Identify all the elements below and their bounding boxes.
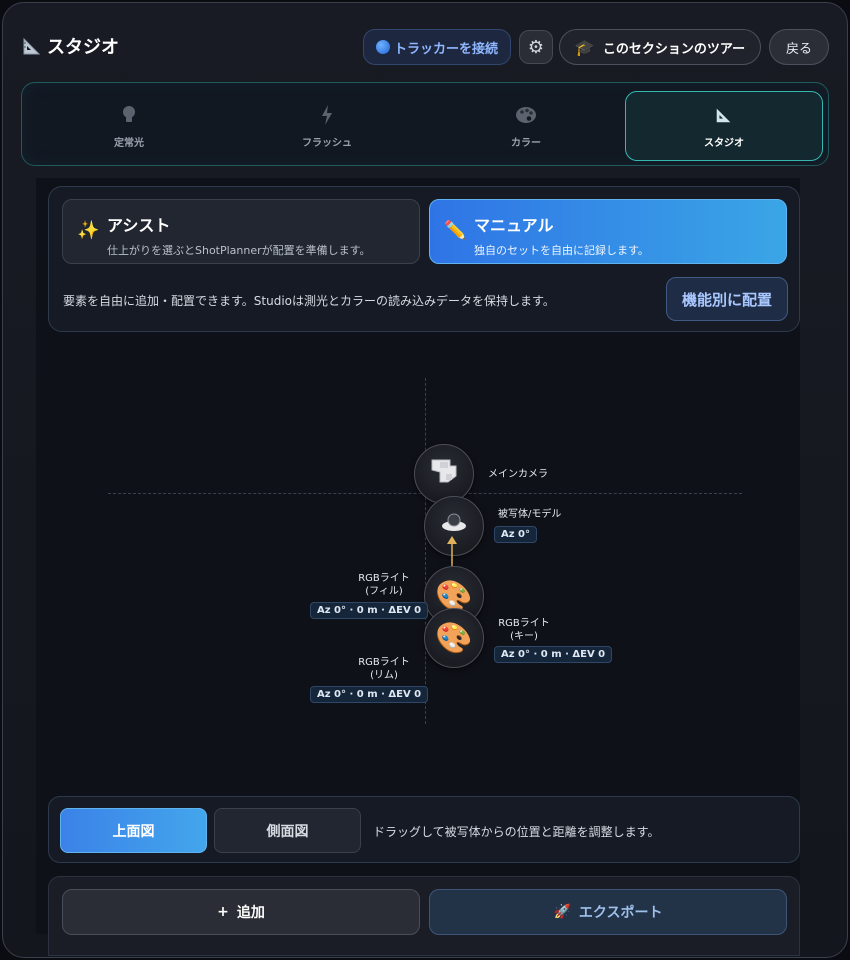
tab-flash-label: フラッシュ bbox=[302, 137, 352, 149]
key-light-label: RGBライト (キー) bbox=[494, 617, 554, 643]
app-title: スタジオ bbox=[21, 33, 119, 59]
graduation-cap-icon: 🎓 bbox=[574, 37, 595, 57]
app-title-text: スタジオ bbox=[47, 37, 119, 58]
key-light-label-line2: (キー) bbox=[510, 631, 538, 642]
drag-hint: ドラッグして被写体からの位置と距離を調整します。 bbox=[373, 825, 660, 839]
fill-light-label: RGBライト (フィル) bbox=[354, 572, 414, 598]
blue-circle-icon bbox=[375, 40, 390, 54]
section-tour-label: このセクションのツアー bbox=[602, 41, 746, 57]
assist-title: アシスト bbox=[107, 216, 171, 235]
flash-icon bbox=[321, 104, 333, 126]
camera-label: メインカメラ bbox=[488, 469, 548, 480]
fill-light-label-line1: RGBライト bbox=[358, 573, 410, 584]
header: スタジオ トラッカーを接続 ⚙ 🎓 このセクションのツアー 戻る bbox=[3, 3, 847, 87]
manual-option[interactable]: ✏️ マニュアル 独自のセットを自由に記録します。 bbox=[429, 199, 787, 264]
connect-tracker-button[interactable]: トラッカーを接続 bbox=[363, 29, 511, 65]
add-button[interactable]: + 追加 bbox=[62, 889, 420, 935]
view-toggle-panel: 上面図 側面図 ドラッグして被写体からの位置と距離を調整します。 bbox=[48, 796, 800, 863]
ruler-icon bbox=[714, 104, 734, 126]
mode-tabs: 定常光 フラッシュ カラー スタジオ bbox=[21, 82, 829, 166]
tab-constant-light-label: 定常光 bbox=[114, 137, 144, 149]
section-tour-button[interactable]: 🎓 このセクションのツアー bbox=[559, 29, 761, 65]
gear-icon: ⚙ bbox=[527, 36, 545, 58]
studio-stage: メインカメラ 被写体/モデル Az 0° 🎨 RGBライト (フィル) Az 0… bbox=[36, 340, 800, 790]
export-label: エクスポート bbox=[578, 905, 663, 921]
rim-light-label-line2: (リム) bbox=[370, 670, 398, 681]
ruler-icon bbox=[23, 37, 41, 55]
fill-light-label-line2: (フィル) bbox=[365, 586, 403, 597]
arrange-by-function-button[interactable]: 機能別に配置 bbox=[666, 277, 788, 321]
key-light-label-line1: RGBライト bbox=[498, 618, 550, 629]
manual-title: マニュアル bbox=[474, 216, 554, 235]
tab-studio[interactable]: スタジオ bbox=[625, 91, 823, 161]
tab-color-label: カラー bbox=[511, 137, 541, 149]
tab-flash[interactable]: フラッシュ bbox=[228, 91, 426, 161]
subject-azimuth-chip: Az 0° bbox=[494, 526, 537, 543]
fill-light-chip: Az 0° · 0 m · ΔEV 0 bbox=[310, 602, 429, 619]
manual-description: 独自のセットを自由に記録します。 bbox=[474, 244, 649, 257]
palette-icon bbox=[515, 104, 537, 126]
pencil-icon: ✏️ bbox=[444, 220, 467, 241]
sparkles-icon: ✨ bbox=[77, 220, 100, 241]
rim-light-chip: Az 0° · 0 m · ΔEV 0 bbox=[310, 686, 429, 703]
camera-icon bbox=[426, 452, 462, 496]
key-light-chip: Az 0° · 0 m · ΔEV 0 bbox=[494, 646, 613, 663]
subject-label: 被写体/モデル bbox=[498, 509, 562, 520]
panel-description: 要素を自由に追加・配置できます。Studioは測光とカラーの読み込みデータを保持… bbox=[63, 294, 555, 308]
direction-arrow bbox=[447, 536, 457, 568]
back-label: 戻る bbox=[785, 41, 812, 57]
add-label: 追加 bbox=[236, 905, 265, 921]
back-button[interactable]: 戻る bbox=[769, 29, 829, 65]
assist-option[interactable]: ✨ アシスト 仕上がりを選ぶとShotPlannerが配置を準備します。 bbox=[62, 199, 420, 264]
bulb-icon bbox=[122, 104, 136, 126]
palette-icon: 🎨 bbox=[435, 620, 473, 656]
tab-constant-light[interactable]: 定常光 bbox=[30, 91, 228, 161]
connect-tracker-label: トラッカーを接続 bbox=[393, 41, 498, 57]
plus-icon: + bbox=[217, 904, 229, 920]
rocket-icon: 🚀 bbox=[553, 904, 571, 920]
vertical-axis bbox=[425, 378, 426, 724]
settings-button[interactable]: ⚙ bbox=[519, 30, 553, 64]
side-view-button[interactable]: 側面図 bbox=[214, 808, 361, 853]
rim-light-label-line1: RGBライト bbox=[358, 657, 410, 668]
rim-light-label: RGBライト (リム) bbox=[354, 656, 414, 682]
setup-mode-panel: ✨ アシスト 仕上がりを選ぶとShotPlannerが配置を準備します。 ✏️ … bbox=[48, 186, 800, 332]
tab-studio-label: スタジオ bbox=[704, 137, 744, 149]
action-panel: + 追加 🚀 エクスポート bbox=[48, 876, 800, 956]
camera-node[interactable] bbox=[414, 444, 474, 504]
export-button[interactable]: 🚀 エクスポート bbox=[429, 889, 787, 935]
top-view-button[interactable]: 上面図 bbox=[60, 808, 207, 853]
tab-color[interactable]: カラー bbox=[427, 91, 625, 161]
key-light-node[interactable]: 🎨 bbox=[424, 608, 484, 668]
assist-description: 仕上がりを選ぶとShotPlannerが配置を準備します。 bbox=[107, 244, 371, 257]
